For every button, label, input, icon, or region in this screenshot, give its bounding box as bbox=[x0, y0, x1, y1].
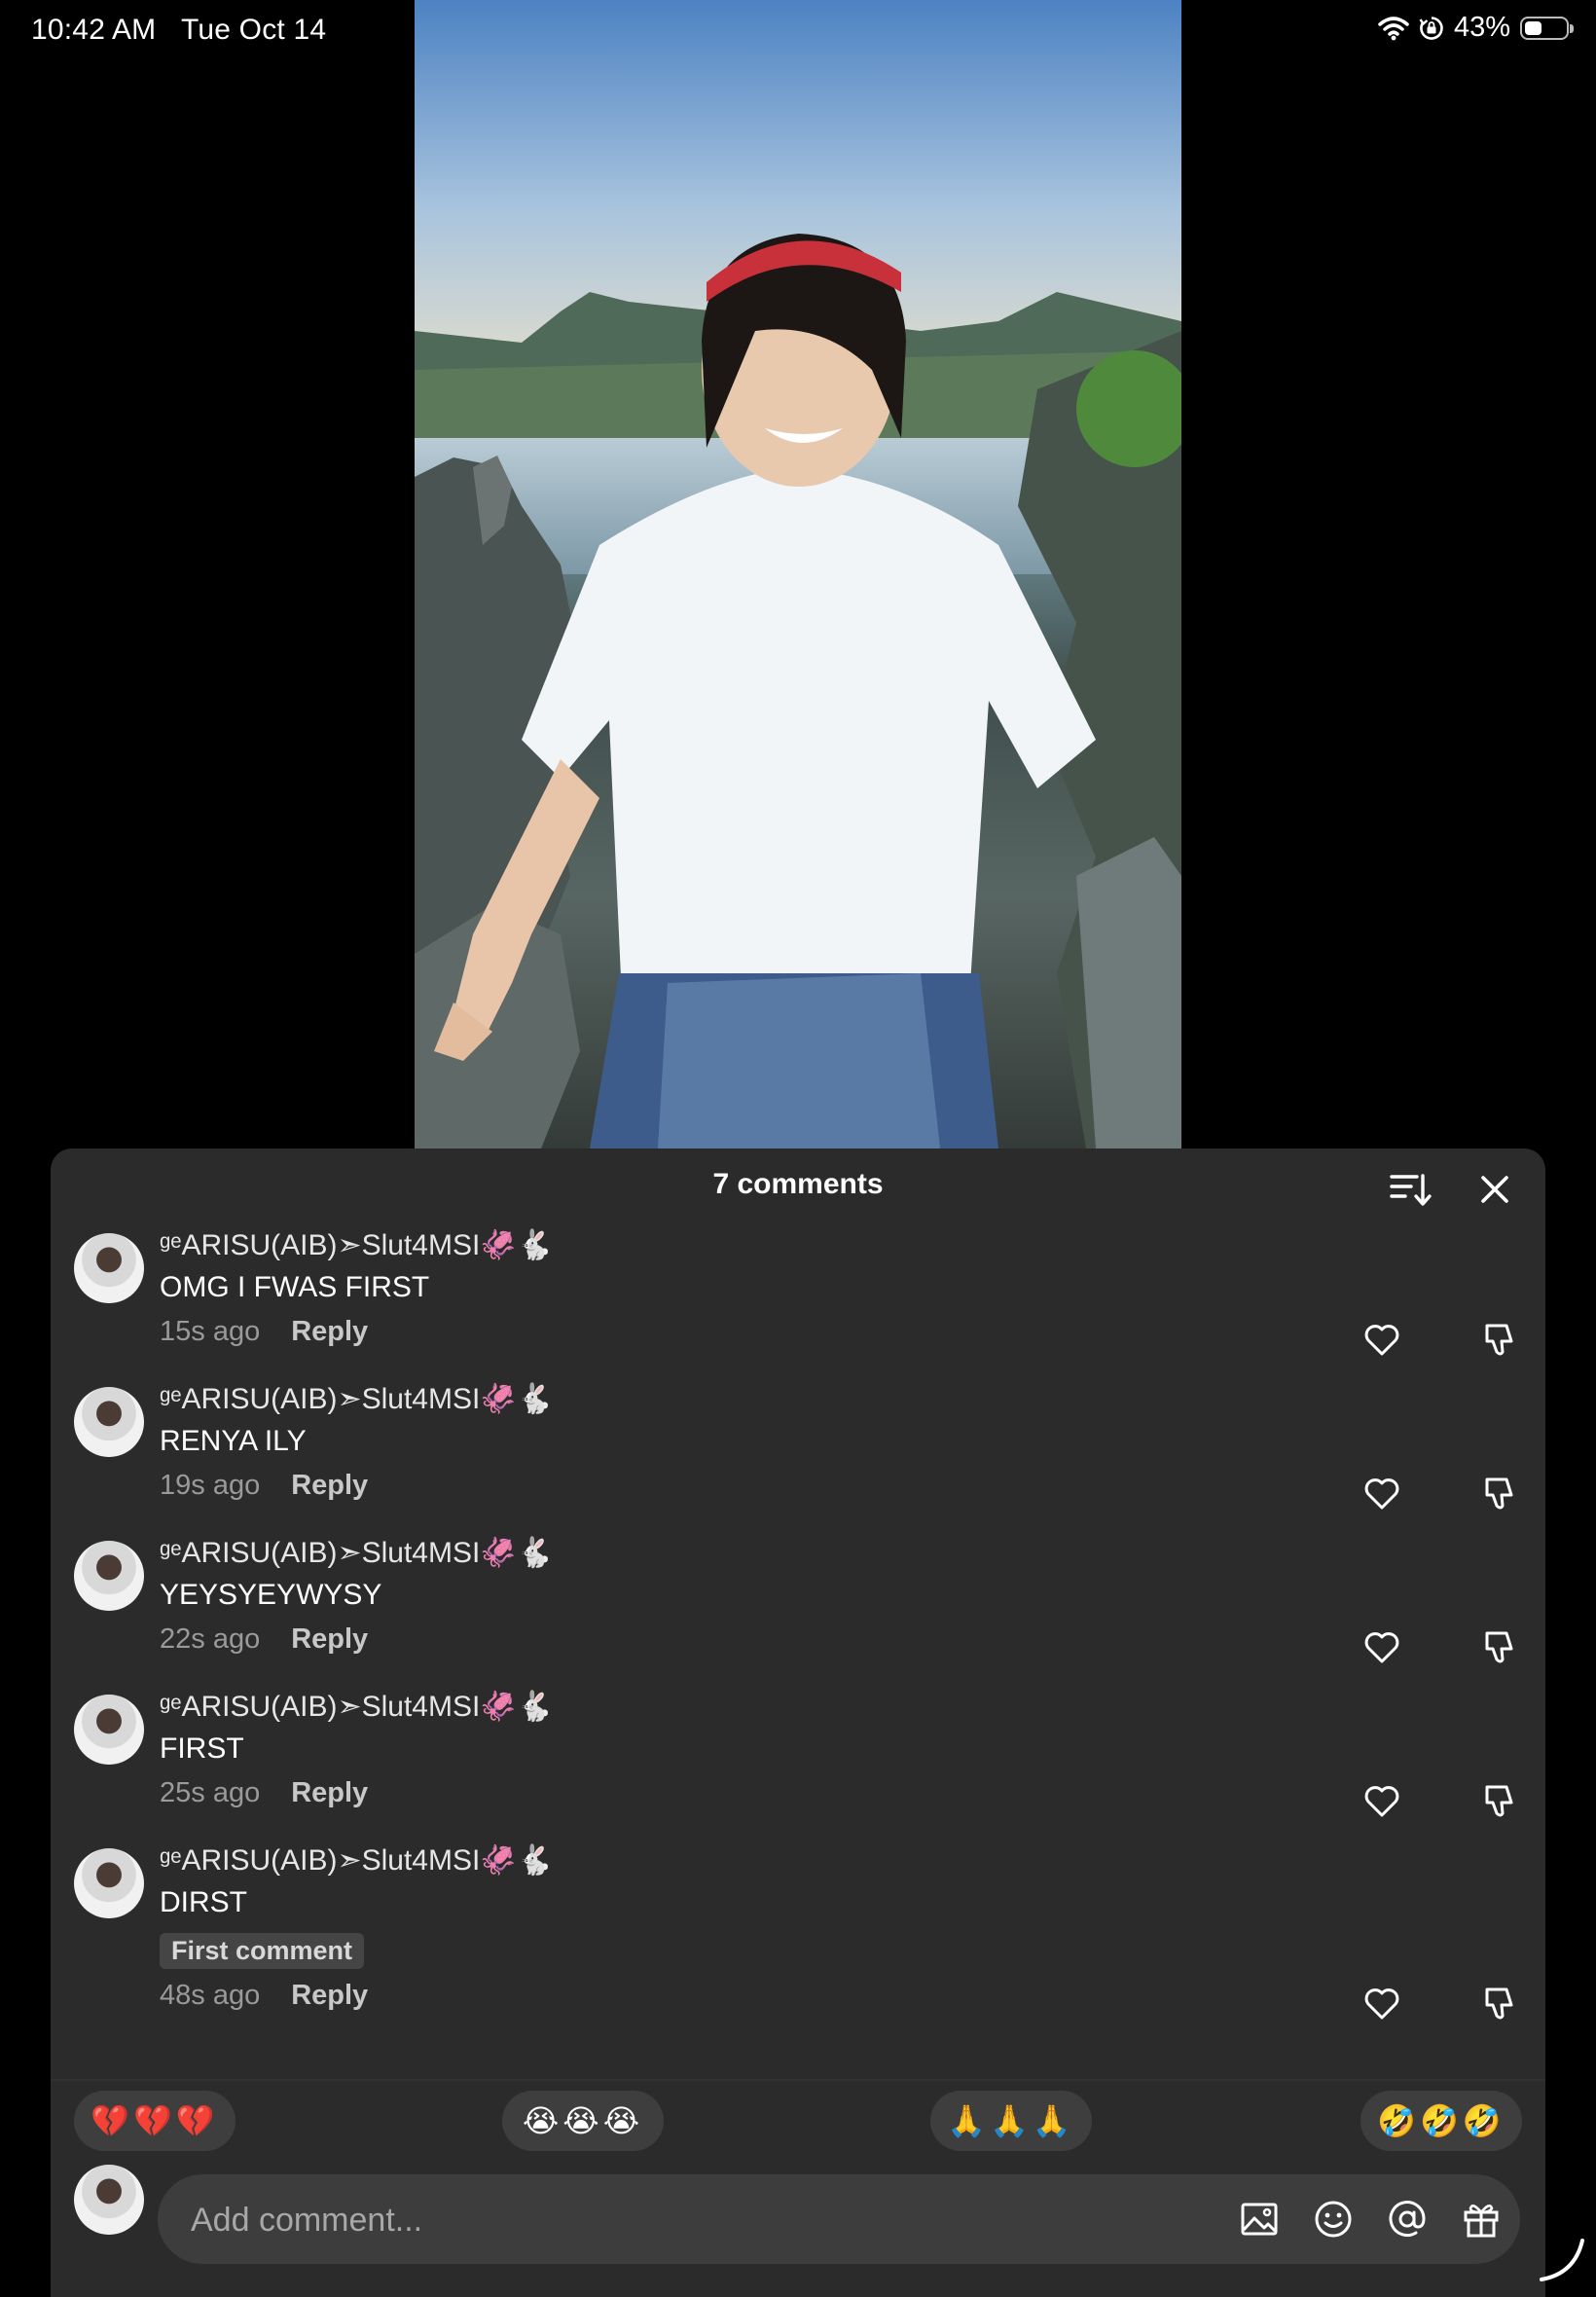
image-icon[interactable] bbox=[1238, 2198, 1281, 2241]
comment-username[interactable]: ᵍᵉARISU(AIB)➣Slut4MSI🦑🐇 bbox=[160, 1228, 553, 1262]
battery-level bbox=[1525, 20, 1542, 35]
comments-panel: 7 comments ᵍᵉARISU(AIB)➣Slut4MSI🦑🐇 OMG I… bbox=[51, 1148, 1545, 2297]
comment-input-row bbox=[51, 2165, 1545, 2297]
avatar bbox=[74, 2165, 144, 2235]
status-indicators: 43% bbox=[1378, 12, 1574, 44]
comment-username[interactable]: ᵍᵉARISU(AIB)➣Slut4MSI🦑🐇 bbox=[160, 1382, 553, 1416]
avatar[interactable] bbox=[74, 1695, 144, 1765]
comment-input[interactable] bbox=[189, 2174, 1205, 2266]
avatar[interactable] bbox=[74, 1387, 144, 1457]
emoji-icon[interactable] bbox=[1312, 2198, 1355, 2241]
reaction-praying[interactable]: 🙏🙏🙏 bbox=[930, 2091, 1092, 2151]
comment-text: YEYSYEYWYSY bbox=[160, 1579, 382, 1611]
comment-meta: 48s ago Reply bbox=[160, 1980, 368, 2012]
battery-icon bbox=[1520, 16, 1574, 40]
comment-username[interactable]: ᵍᵉARISU(AIB)➣Slut4MSI🦑🐇 bbox=[160, 1843, 553, 1878]
avatar[interactable] bbox=[74, 1233, 144, 1303]
comment-text: RENYA ILY bbox=[160, 1425, 307, 1457]
comment-item: ᵍᵉARISU(AIB)➣Slut4MSI🦑🐇 DIRST First comm… bbox=[51, 1764, 1545, 2020]
wifi-icon bbox=[1378, 16, 1409, 40]
comment-text: OMG I FWAS FIRST bbox=[160, 1271, 430, 1303]
first-comment-badge: First comment bbox=[160, 1933, 365, 1969]
mention-icon[interactable] bbox=[1386, 2198, 1429, 2241]
avatar[interactable] bbox=[74, 1541, 144, 1611]
home-gesture-icon bbox=[1540, 2239, 1584, 2281]
video-frame bbox=[415, 0, 1181, 1148]
status-date: Tue Oct 14 bbox=[180, 14, 327, 46]
thumbs-down-icon[interactable] bbox=[1479, 1984, 1518, 2023]
comment-time: 48s ago bbox=[160, 1980, 261, 2011]
reply-button[interactable]: Reply bbox=[291, 1980, 368, 2012]
reaction-laughing[interactable]: 🤣🤣🤣 bbox=[1360, 2091, 1522, 2151]
comment-item: ᵍᵉARISU(AIB)➣Slut4MSI🦑🐇 RENYA ILY 19s ag… bbox=[51, 1302, 1545, 1510]
status-bar: 10:42 AM Tue Oct 14 43% bbox=[0, 0, 1596, 62]
orientation-lock-icon bbox=[1419, 16, 1443, 40]
comment-username[interactable]: ᵍᵉARISU(AIB)➣Slut4MSI🦑🐇 bbox=[160, 1536, 553, 1570]
comment-text: DIRST bbox=[160, 1886, 247, 1918]
comment-item: ᵍᵉARISU(AIB)➣Slut4MSI🦑🐇 YEYSYEYWYSY 22s … bbox=[51, 1456, 1545, 1663]
app-screen: 10:42 AM Tue Oct 14 43% 7 comments ᵍᵉARI… bbox=[0, 0, 1596, 2297]
comment-item: ᵍᵉARISU(AIB)➣Slut4MSI🦑🐇 OMG I FWAS FIRST… bbox=[51, 1148, 1545, 1356]
comment-text: FIRST bbox=[160, 1732, 244, 1765]
comment-username[interactable]: ᵍᵉARISU(AIB)➣Slut4MSI🦑🐇 bbox=[160, 1690, 553, 1724]
reaction-crying[interactable]: 😭😭😭 bbox=[502, 2091, 664, 2151]
comment-input-container[interactable] bbox=[158, 2174, 1520, 2266]
heart-icon[interactable] bbox=[1362, 1984, 1401, 2023]
quick-reactions-bar: 💔💔💔 😭😭😭 🙏🙏🙏 🤣🤣🤣 bbox=[51, 2079, 1545, 2155]
reaction-broken-hearts[interactable]: 💔💔💔 bbox=[74, 2091, 236, 2151]
gift-icon[interactable] bbox=[1460, 2198, 1503, 2241]
status-clock: 10:42 AM Tue Oct 14 bbox=[31, 14, 326, 47]
video-player[interactable] bbox=[415, 0, 1181, 1148]
avatar[interactable] bbox=[74, 1848, 144, 1918]
status-time: 10:42 AM bbox=[31, 14, 157, 46]
battery-percent: 43% bbox=[1453, 12, 1510, 43]
comment-item: ᵍᵉARISU(AIB)➣Slut4MSI🦑🐇 FIRST 25s ago Re… bbox=[51, 1610, 1545, 1817]
